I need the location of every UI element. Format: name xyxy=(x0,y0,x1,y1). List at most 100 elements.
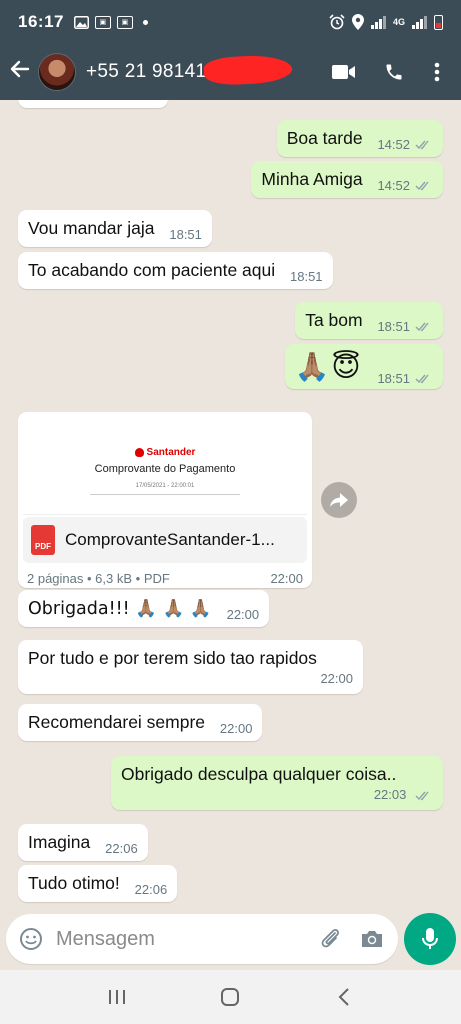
message-meta: 22:03 xyxy=(121,787,433,802)
read-ticks-icon xyxy=(415,322,429,331)
message-bubble[interactable]: To acabando com paciente aqui 18:51 xyxy=(18,252,333,289)
message-time: 18:51 xyxy=(377,319,410,334)
signal-icon xyxy=(412,15,427,29)
message-text: Vou mandar jaja xyxy=(28,218,155,238)
network-type: 4G xyxy=(392,17,405,27)
message-meta: 14:52 xyxy=(377,178,433,193)
document-meta: 2 páginas • 6,3 kB • PDF 22:00 xyxy=(27,571,303,586)
message-time: 22:00 xyxy=(219,721,253,736)
message-bubble-partial xyxy=(18,100,168,108)
back-arrow-icon[interactable] xyxy=(2,58,38,86)
message-bubble[interactable]: Boa tarde 14:52 xyxy=(276,120,443,157)
message-bubble[interactable]: Ta bom 18:51 xyxy=(295,302,443,339)
message-bubble[interactable]: Por tudo e por terem sido tao rapidos 22… xyxy=(18,640,363,694)
contact-name: +55 21 98141- xyxy=(86,61,213,82)
message-input[interactable]: Mensagem xyxy=(56,928,302,951)
home-icon[interactable] xyxy=(210,977,250,1017)
divider xyxy=(90,494,240,495)
message-text: Obrigado desculpa qualquer coisa.. xyxy=(121,764,397,784)
document-size: 6,3 kB xyxy=(95,571,133,586)
message-text: Minha Amiga xyxy=(261,169,363,189)
document-preview[interactable]: Santander Comprovante do Pagamento 17/05… xyxy=(23,417,307,515)
pdf-file-icon: PDF xyxy=(31,525,55,555)
battery-icon xyxy=(434,14,443,30)
message-time: 14:52 xyxy=(377,178,410,193)
video-call-icon[interactable] xyxy=(319,50,369,94)
message-time: 22:03 xyxy=(373,787,407,802)
notification-app-icon: ▣ xyxy=(94,15,111,29)
message-list[interactable]: Boa tarde 14:52 Minha Amiga 14:52 Vou ma… xyxy=(0,100,461,912)
read-ticks-icon xyxy=(415,140,429,149)
status-bar: 16:17 ▣ ▣ 4G xyxy=(0,0,461,44)
read-ticks-icon xyxy=(415,791,429,800)
read-ticks-icon xyxy=(415,374,429,383)
contact-title[interactable]: +55 21 98141- xyxy=(86,53,293,87)
message-text: Imagina xyxy=(28,832,91,852)
gallery-icon xyxy=(73,15,89,29)
read-ticks-icon xyxy=(415,181,429,190)
forward-share-icon[interactable] xyxy=(321,482,357,518)
phone-call-icon[interactable] xyxy=(369,50,419,94)
message-meta: 22:00 xyxy=(227,607,260,622)
document-preview-title: Comprovante do Pagamento xyxy=(94,463,236,475)
message-text: Obrigada!!! 🙏🏽 🙏🏽 🙏🏽 xyxy=(28,599,212,619)
message-time: 18:51 xyxy=(377,371,410,386)
message-text: Por tudo e por terem sido tao rapidos xyxy=(28,648,317,668)
message-bubble[interactable]: Recomendarei sempre 22:00 xyxy=(18,704,263,741)
message-bubble[interactable]: Obrigada!!! 🙏🏽 🙏🏽 🙏🏽 22:00 xyxy=(18,590,270,627)
document-file-row[interactable]: PDF ComprovanteSantander-1... xyxy=(23,517,307,563)
document-preview-date: 17/05/2021 - 22:00:01 xyxy=(135,483,195,489)
message-composer[interactable]: Mensagem xyxy=(6,914,398,964)
message-meta: 18:51 xyxy=(377,371,433,386)
document-file-name: ComprovanteSantander-1... xyxy=(65,530,275,549)
recent-apps-icon[interactable] xyxy=(97,977,137,1017)
message-text: Boa tarde xyxy=(286,128,363,148)
message-text: Recomendarei sempre xyxy=(28,712,206,732)
message-bubble[interactable]: 🙏🏽😇 18:51 xyxy=(284,344,443,389)
message-time: 22:06 xyxy=(134,882,168,897)
notification-icons: ▣ ▣ xyxy=(73,15,148,29)
more-vert-icon[interactable] xyxy=(419,50,455,94)
voice-message-button[interactable] xyxy=(404,913,456,965)
flame-icon xyxy=(134,448,144,457)
system-nav-bar xyxy=(0,970,461,1024)
message-meta: 22:06 xyxy=(135,882,168,897)
message-text: Ta bom xyxy=(305,310,363,330)
message-time: 18:51 xyxy=(290,269,323,284)
status-time: 16:17 xyxy=(18,12,64,31)
message-bubble[interactable]: Vou mandar jaja 18:51 xyxy=(18,210,212,247)
message-meta: 18:51 xyxy=(169,227,202,242)
redaction-mark xyxy=(203,53,293,87)
message-meta: 14:52 xyxy=(377,137,433,152)
back-icon[interactable] xyxy=(324,977,364,1017)
message-meta: 22:00 xyxy=(28,671,353,686)
location-icon xyxy=(351,14,364,30)
message-time: 18:51 xyxy=(169,227,202,242)
document-message[interactable]: Santander Comprovante do Pagamento 17/05… xyxy=(18,412,312,588)
emoji-icon[interactable] xyxy=(18,926,44,952)
alarm-icon xyxy=(329,14,345,30)
message-meta: 22:06 xyxy=(105,841,138,856)
message-time: 22:00 xyxy=(320,671,353,686)
message-text: Tudo otimo! xyxy=(28,873,120,893)
message-meta: 18:51 xyxy=(290,269,323,284)
more-notifications-dot xyxy=(142,19,148,25)
camera-icon[interactable] xyxy=(358,925,386,953)
attach-icon[interactable] xyxy=(316,925,344,953)
message-time: 22:00 xyxy=(226,607,260,622)
message-bubble[interactable]: Obrigado desculpa qualquer coisa.. 22:03 xyxy=(111,756,443,810)
message-time: 22:06 xyxy=(105,841,138,856)
signal-icon xyxy=(370,15,386,29)
message-time: 22:00 xyxy=(270,571,303,586)
message-bubble[interactable]: Tudo otimo! 22:06 xyxy=(18,865,178,902)
avatar[interactable] xyxy=(38,53,76,91)
message-emoji-text: 🙏🏽😇 xyxy=(294,350,363,383)
message-bubble[interactable]: Minha Amiga 14:52 xyxy=(251,161,443,198)
microphone-icon xyxy=(422,928,438,949)
santander-logo: Santander xyxy=(23,447,307,458)
notification-app-icon: ▣ xyxy=(116,15,133,29)
message-bubble[interactable]: Imagina 22:06 xyxy=(18,824,148,861)
message-text: To acabando com paciente aqui xyxy=(28,260,276,280)
message-time: 14:52 xyxy=(377,137,410,152)
document-pages: 2 páginas xyxy=(27,571,84,586)
